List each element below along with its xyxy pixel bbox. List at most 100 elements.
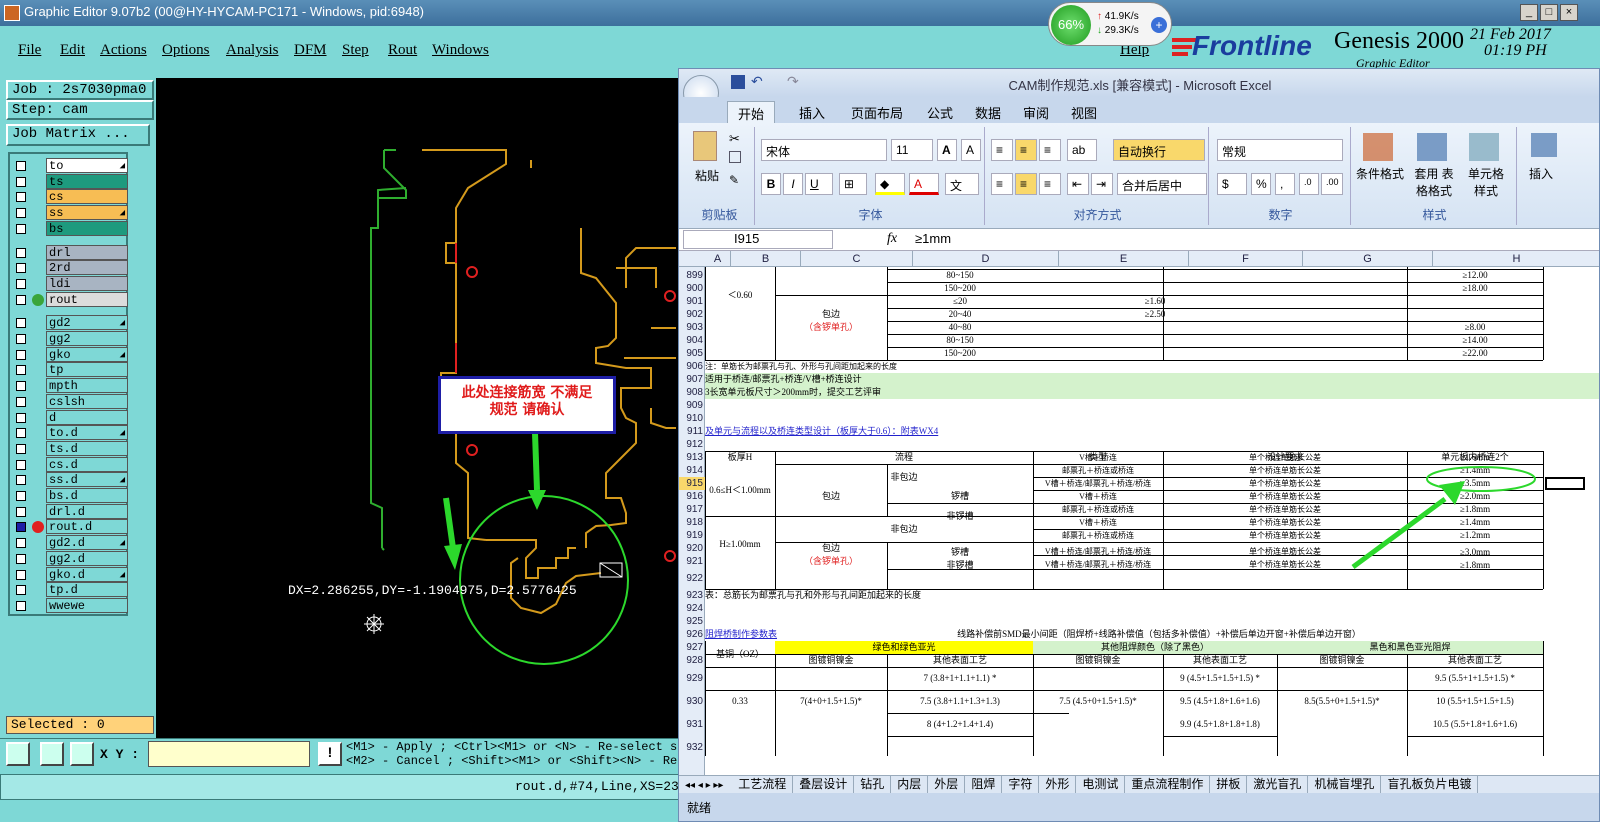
layer-name[interactable]: to.d ◢ — [46, 425, 128, 441]
layer-checkbox[interactable] — [16, 428, 26, 439]
layer-row[interactable]: rout — [12, 291, 128, 307]
row-header[interactable]: 912 — [679, 438, 705, 451]
formula-input[interactable]: ≥1mm — [915, 231, 951, 246]
fx-icon[interactable]: fx — [887, 231, 897, 247]
layer-name[interactable]: tp — [46, 362, 128, 378]
menu-edit[interactable]: Edit — [60, 42, 85, 59]
menu-windows[interactable]: Windows — [432, 42, 489, 59]
row-header[interactable]: 900 — [679, 282, 705, 295]
row-header[interactable]: 899 — [679, 269, 705, 282]
layer-name[interactable]: d — [46, 409, 128, 425]
row-header[interactable]: 901 — [679, 295, 705, 308]
layer-checkbox[interactable] — [16, 506, 26, 517]
layer-row[interactable]: 2rd — [12, 260, 128, 276]
number-format-select[interactable]: 常规 — [1217, 139, 1343, 161]
sheet-tab[interactable]: 字符 — [1002, 776, 1040, 793]
row-header[interactable]: 908 — [679, 386, 705, 399]
layer-row[interactable]: to ◢ — [12, 158, 128, 173]
layer-name[interactable]: rout.d — [46, 519, 128, 535]
row-header[interactable]: 932 — [679, 736, 705, 759]
layer-name[interactable]: bs.d — [46, 488, 128, 503]
align-left-icon[interactable]: ≡ — [991, 173, 1013, 195]
menu-rout[interactable]: Rout — [388, 42, 417, 59]
row-header[interactable]: 921 — [679, 555, 705, 569]
sheet-tab[interactable]: 拼板 — [1210, 776, 1248, 793]
row-header[interactable]: 911 — [679, 425, 705, 438]
layer-name[interactable]: cslsh — [46, 393, 128, 409]
font-size-select[interactable]: 11 — [891, 139, 933, 161]
layer-name[interactable]: mpth — [46, 378, 128, 394]
menu-analysis[interactable]: Analysis — [226, 42, 279, 59]
layer-row[interactable]: ss ◢ — [12, 205, 128, 221]
network-monitor-widget[interactable]: 66% ↑ 41.9K/s ↓ 29.3K/s + — [1048, 2, 1172, 46]
maximize-button[interactable]: □ — [1540, 4, 1558, 21]
close-button[interactable]: × — [1560, 4, 1578, 21]
cell-style-button[interactable]: 单元格 样式 — [1461, 165, 1511, 199]
ribbon-tab[interactable]: 审阅 — [1013, 101, 1059, 124]
layer-checkbox[interactable] — [16, 318, 26, 329]
decrease-decimal-icon[interactable]: .00 — [1321, 173, 1343, 195]
table-format-icon[interactable] — [1417, 133, 1447, 161]
layer-checkbox[interactable] — [16, 396, 26, 407]
info-icon[interactable]: ! — [318, 742, 342, 766]
layer-name[interactable]: cs — [46, 189, 128, 205]
graphics-canvas[interactable]: 此处连接筋宽 不满足 规范 请确认 DX=2.286255,DY=-1.1904… — [156, 78, 678, 738]
layer-checkbox[interactable] — [16, 569, 26, 580]
menu-options[interactable]: Options — [162, 42, 210, 59]
grid-icon[interactable] — [70, 742, 94, 766]
layer-row[interactable]: rout.d — [12, 519, 128, 535]
layer-checkbox[interactable] — [16, 522, 26, 533]
layer-name[interactable]: gg2.d — [46, 550, 128, 566]
layer-checkbox[interactable] — [16, 459, 26, 470]
percent-icon[interactable]: % — [1251, 173, 1271, 195]
layer-row[interactable]: d — [12, 409, 128, 425]
row-header[interactable]: 917 — [679, 503, 705, 516]
row-header[interactable]: 916 — [679, 490, 705, 503]
layer-name[interactable]: ldi — [46, 275, 128, 291]
insert-button[interactable]: 插入 — [1529, 165, 1553, 182]
merge-center-button[interactable]: 合并后居中 — [1117, 173, 1207, 195]
column-header[interactable]: A — [705, 251, 731, 267]
layer-row[interactable]: ts — [12, 173, 128, 189]
layer-row[interactable]: ldi — [12, 275, 128, 291]
sheet-grid[interactable]: 80~150 ≥12.00 150~200 ≥18.00 ＜0.60 包边 （含锣单孔） ≤2… — [705, 267, 1599, 779]
layer-row[interactable]: wwewe — [12, 597, 128, 613]
ribbon-tab[interactable]: 数据 — [965, 101, 1011, 124]
row-header[interactable]: 919 — [679, 529, 705, 542]
layer-name[interactable]: ts — [46, 173, 128, 189]
column-header[interactable]: G — [1303, 251, 1433, 267]
sheet-tab[interactable]: 工艺流程 — [732, 776, 794, 793]
insert-icon[interactable] — [1531, 133, 1557, 157]
indent-decrease-icon[interactable]: ⇤ — [1067, 173, 1089, 195]
row-header[interactable]: 920 — [679, 542, 705, 555]
row-header[interactable]: 909 — [679, 399, 705, 412]
indent-increase-icon[interactable]: ⇥ — [1091, 173, 1113, 195]
cell-style-icon[interactable] — [1469, 133, 1499, 161]
bold-icon[interactable]: B — [761, 173, 781, 195]
layer-checkbox[interactable] — [16, 538, 26, 549]
layer-checkbox[interactable] — [16, 161, 26, 171]
layer-checkbox[interactable] — [16, 475, 26, 486]
increase-decimal-icon[interactable]: .0 — [1299, 173, 1319, 195]
layer-row[interactable]: gko.d ◢ — [12, 566, 128, 582]
column-header[interactable]: F — [1189, 251, 1303, 267]
layer-checkbox[interactable] — [16, 381, 26, 392]
sheet-tab[interactable]: 阻焊 — [965, 776, 1003, 793]
format-painter-icon[interactable]: ✎ — [729, 173, 739, 187]
row-header[interactable]: 928 — [679, 654, 705, 667]
row-header[interactable]: 913 — [679, 451, 705, 464]
phonetic-icon[interactable]: 文 — [945, 173, 979, 195]
conditional-format-icon[interactable] — [1363, 133, 1393, 161]
snap-icon[interactable] — [6, 742, 30, 766]
wrap-text-button[interactable]: 自动换行 — [1113, 139, 1205, 161]
layer-name[interactable]: gko.d ◢ — [46, 566, 128, 582]
job-matrix-button[interactable]: Job Matrix ... — [6, 124, 150, 146]
comma-icon[interactable]: , — [1275, 173, 1295, 195]
layer-name[interactable]: drl.d — [46, 503, 128, 519]
menu-dfm[interactable]: DFM — [294, 42, 327, 59]
currency-icon[interactable]: $ — [1217, 173, 1247, 195]
row-header[interactable]: 930 — [679, 690, 705, 713]
sheet-tab[interactable]: 重点流程制作 — [1125, 776, 1211, 793]
column-header[interactable]: D — [913, 251, 1059, 267]
conditional-format-button[interactable]: 条件格式 — [1355, 165, 1405, 182]
